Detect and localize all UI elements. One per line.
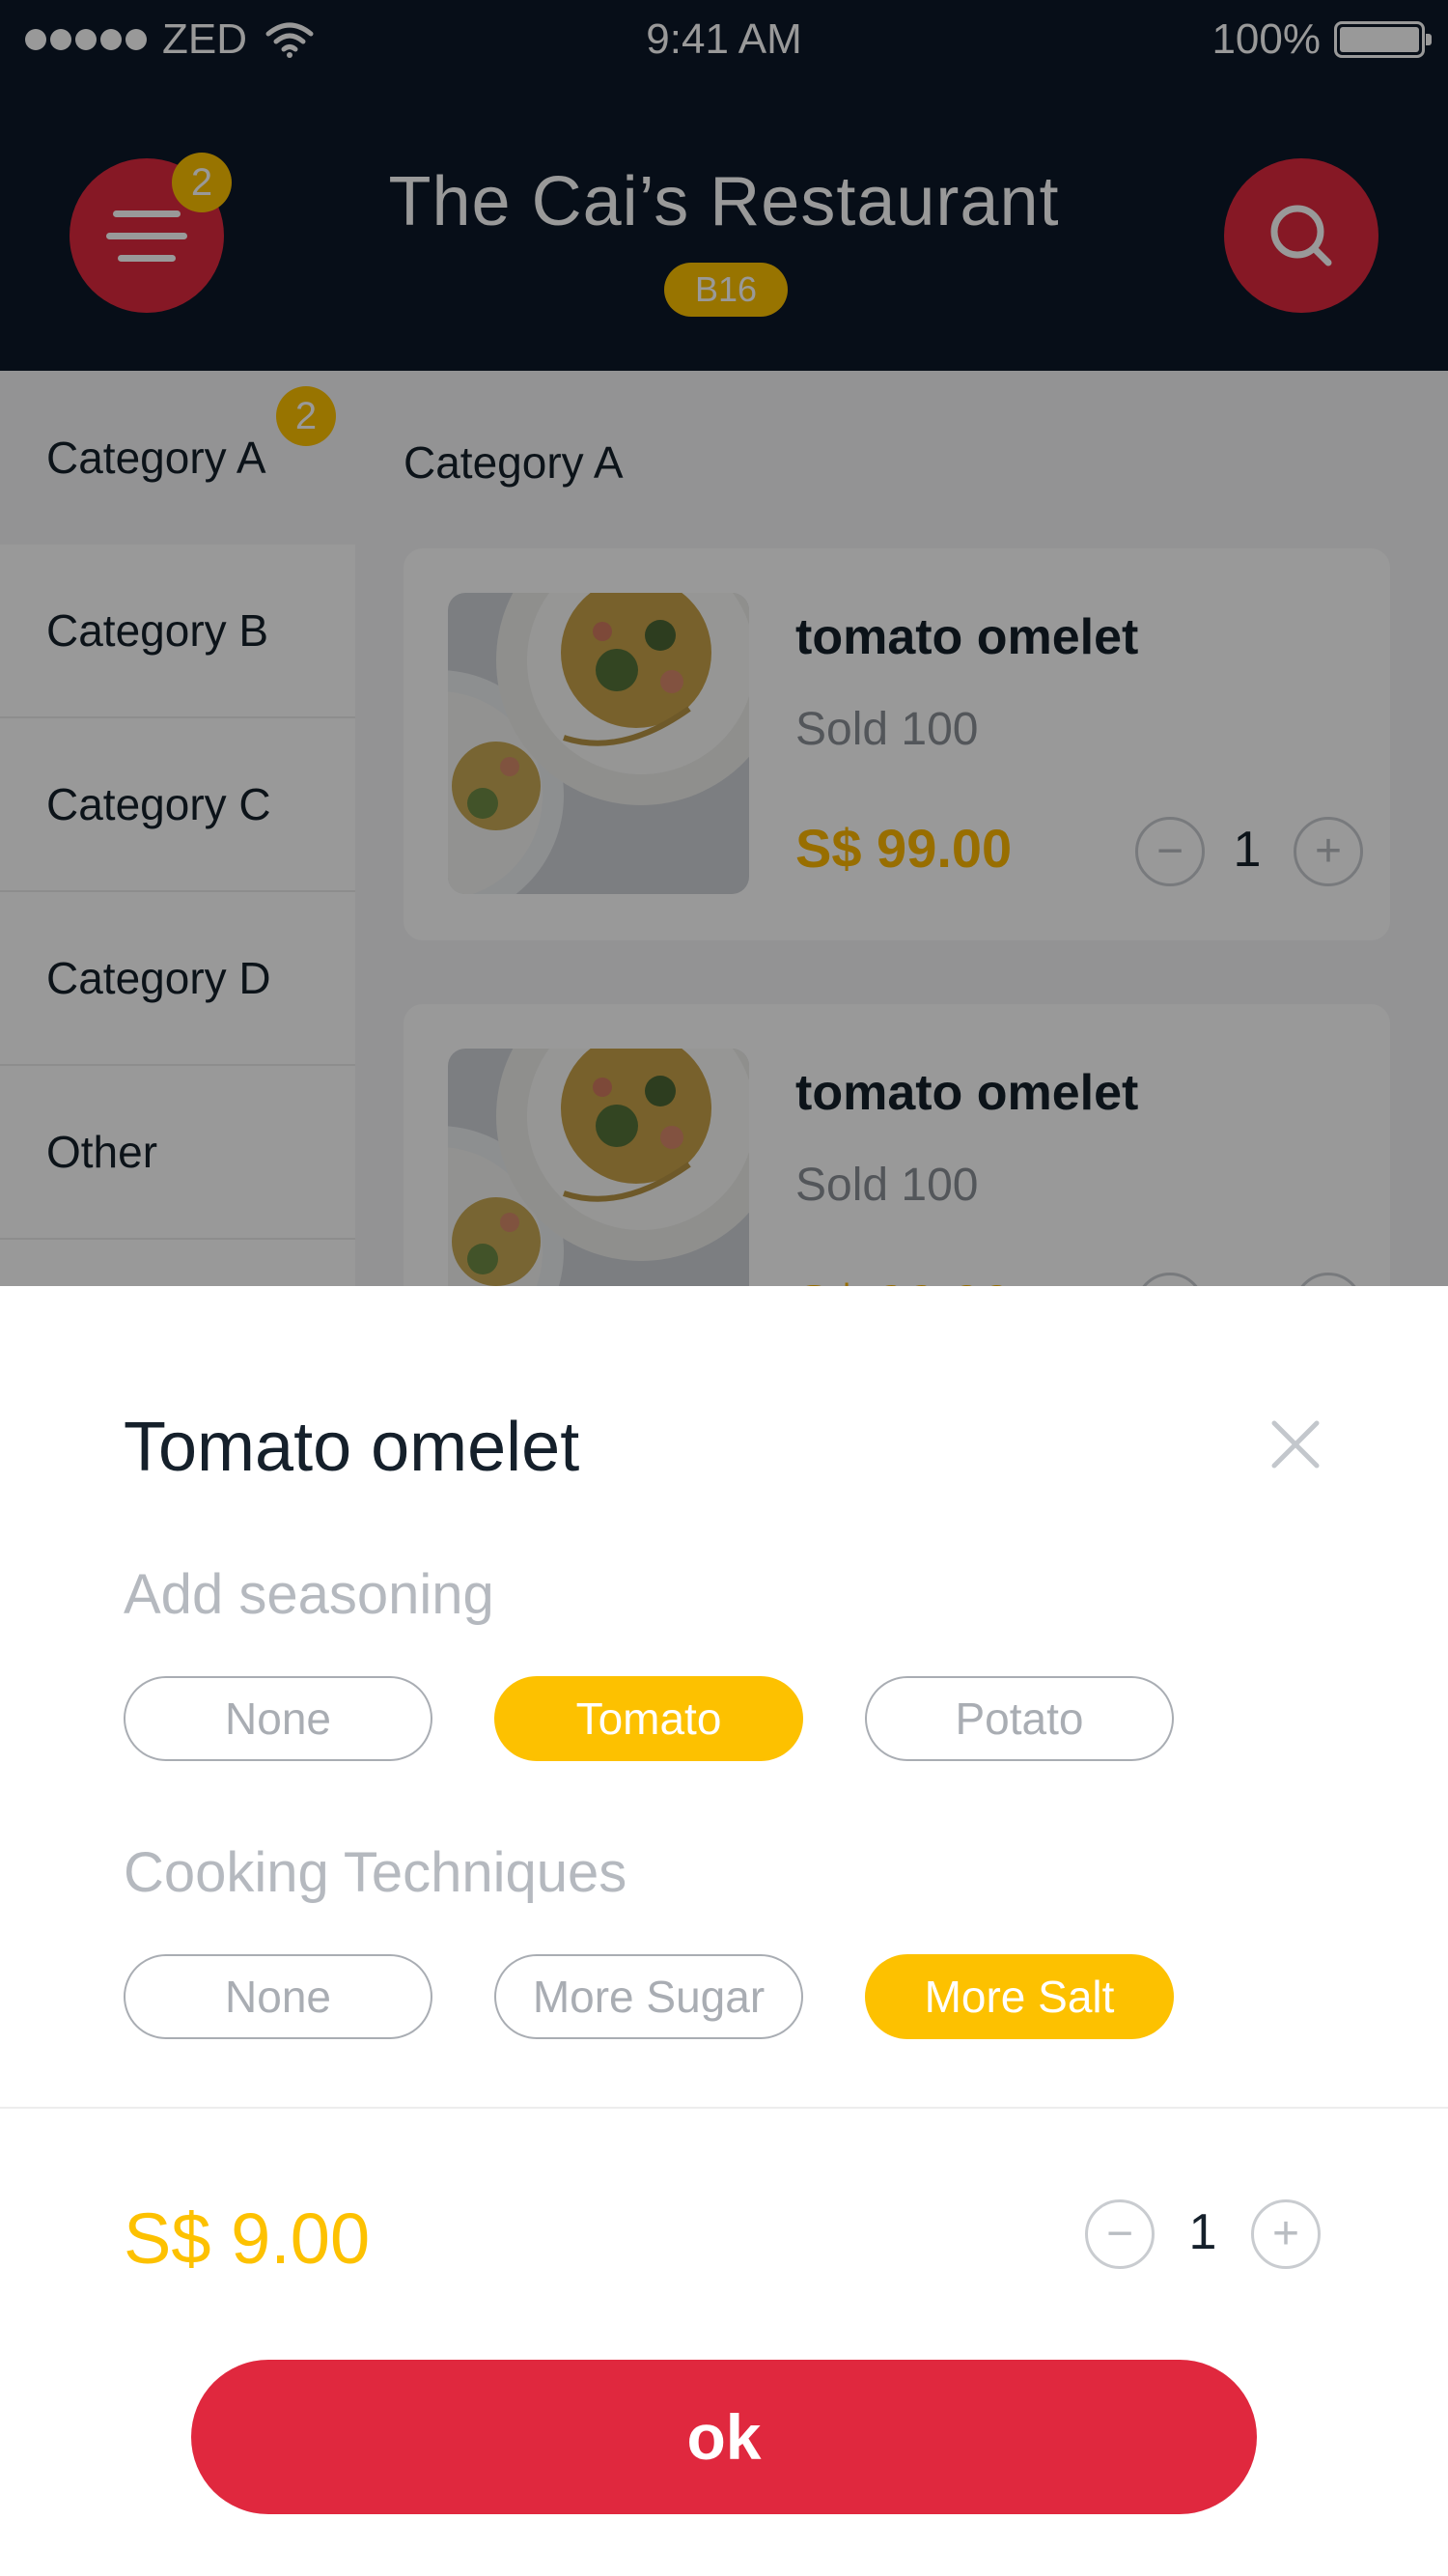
option-seasoning-potato[interactable]: Potato [865,1676,1174,1761]
sheet-title: Tomato omelet [124,1409,580,1486]
quantity-value: 1 [1188,2204,1217,2260]
total-price: S$ 9.00 [124,2198,371,2279]
option-seasoning-tomato[interactable]: Tomato [494,1676,803,1761]
option-technique-more-sugar[interactable]: More Sugar [494,1954,803,2039]
cooking-techniques-label: Cooking Techniques [124,1841,627,1904]
modal-backdrop[interactable] [0,0,1448,1286]
seasoning-label: Add seasoning [124,1563,494,1626]
close-button[interactable] [1261,1410,1330,1479]
divider [0,2107,1448,2109]
plus-icon: + [1271,2208,1300,2259]
ok-button[interactable]: ok [191,2360,1257,2514]
option-technique-none[interactable]: None [124,1954,432,2039]
minus-icon: − [1105,2208,1134,2259]
decrease-button[interactable]: − [1085,2199,1155,2269]
options-bottom-sheet: Tomato omelet Add seasoning None Tomato … [0,1286,1448,2576]
option-seasoning-none[interactable]: None [124,1676,432,1761]
option-technique-more-salt[interactable]: More Salt [865,1954,1174,2039]
close-icon [1271,1420,1320,1469]
increase-button[interactable]: + [1251,2199,1321,2269]
